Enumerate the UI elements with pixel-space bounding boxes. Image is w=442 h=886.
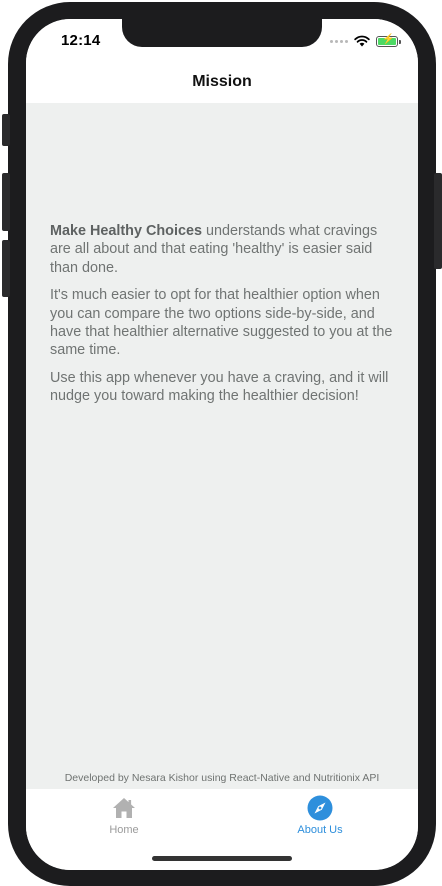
app-name: Make Healthy Choices: [50, 223, 202, 239]
tab-home[interactable]: Home: [64, 795, 184, 836]
mission-paragraph-3: Use this app whenever you have a craving…: [50, 369, 389, 405]
compass-icon: [307, 795, 333, 821]
tab-about-us-label: About Us: [297, 824, 343, 836]
tab-home-label: Home: [109, 824, 139, 836]
mute-switch: [2, 114, 10, 146]
developer-credit: Developed by Nesara Kishor using React-N…: [64, 772, 380, 784]
mission-paragraph-2: It's much easier to opt for that healthi…: [50, 287, 393, 359]
mission-paragraph-1: Make Healthy Choices understands what cr…: [50, 222, 395, 277]
status-icons: ⚡: [330, 34, 401, 48]
notch: [122, 19, 322, 47]
volume-up-button: [2, 173, 10, 231]
wifi-icon: [354, 35, 370, 47]
power-button: [434, 173, 442, 269]
status-time: 12:14: [61, 32, 101, 49]
cellular-signal-icon: [330, 39, 348, 43]
home-icon: [113, 798, 135, 818]
page-title: Mission: [192, 73, 252, 90]
mission-content: Make Healthy Choices understands what cr…: [50, 222, 395, 415]
volume-down-button: [2, 240, 10, 297]
tab-about-us[interactable]: About Us: [260, 795, 380, 836]
home-indicator: [152, 856, 292, 861]
screen: Mission 12:14 ⚡ Make Healthy Choices und…: [26, 19, 418, 870]
battery-icon: ⚡: [376, 34, 401, 47]
